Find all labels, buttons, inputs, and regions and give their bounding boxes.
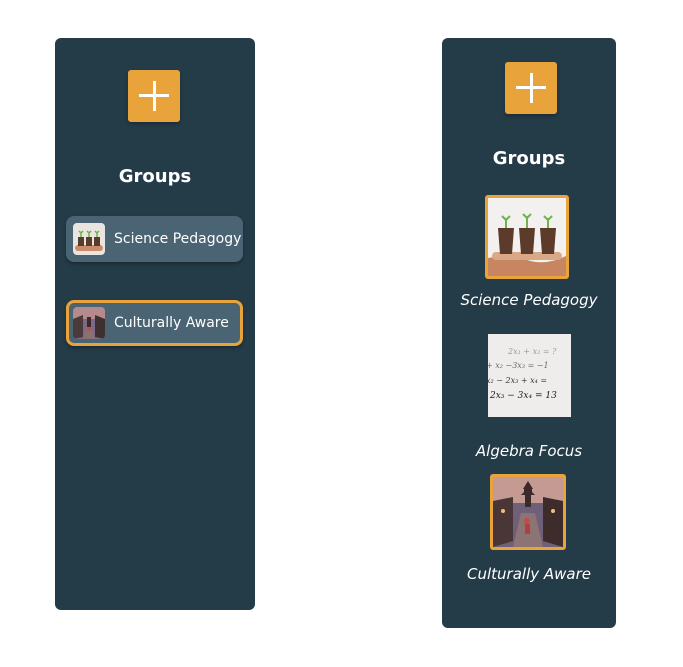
algebra-equations-image: 2x₁ + x₂ = ? + x₂ −3x₃ = −1 x₂ − 2x₃ + x… xyxy=(488,334,571,417)
groups-sidebar-compact: Groups Science Pedagogy Culturally Aware xyxy=(55,38,255,610)
group-tile-algebra-focus[interactable]: 2x₁ + x₂ = ? + x₂ −3x₃ = −1 x₂ − 2x₃ + x… xyxy=(488,334,571,417)
group-tile-label: Algebra Focus xyxy=(475,442,583,460)
svg-text:x₂ − 2x₃ + x₄ =: x₂ − 2x₃ + x₄ = xyxy=(488,376,547,385)
group-tile-label: Science Pedagogy xyxy=(460,291,598,309)
add-group-button[interactable] xyxy=(505,62,557,114)
science-pedagogy-image xyxy=(488,198,566,276)
science-pedagogy-thumbnail xyxy=(73,223,105,255)
group-tile-science-pedagogy[interactable] xyxy=(485,195,569,279)
culturally-aware-image xyxy=(493,477,563,547)
group-item-label: Science Pedagogy xyxy=(114,231,242,247)
svg-text:2x₃ − 3x₄ = 13: 2x₃ − 3x₄ = 13 xyxy=(489,391,557,401)
group-item-culturally-aware[interactable]: Culturally Aware xyxy=(66,300,243,346)
group-item-label: Culturally Aware xyxy=(114,315,229,331)
group-tile-culturally-aware[interactable] xyxy=(490,474,566,550)
groups-heading: Groups xyxy=(492,148,566,169)
groups-heading: Groups xyxy=(118,166,192,187)
add-group-button[interactable] xyxy=(128,70,180,122)
groups-sidebar-gallery: Groups Science Pedagogy 2x₁ + x₂ = ? + x… xyxy=(442,38,616,628)
svg-text:2x₁ + x₂ = ?: 2x₁ + x₂ = ? xyxy=(507,347,557,356)
group-tile-label: Culturally Aware xyxy=(467,565,591,583)
group-item-science-pedagogy[interactable]: Science Pedagogy xyxy=(66,216,243,262)
culturally-aware-thumbnail xyxy=(73,307,105,339)
svg-text:+ x₂ −3x₃ = −1: + x₂ −3x₃ = −1 xyxy=(488,361,549,370)
